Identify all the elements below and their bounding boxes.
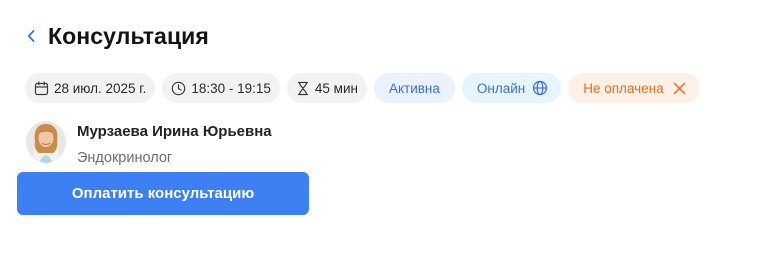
hourglass-icon [296,81,310,96]
date-label: 28 июл. 2025 г. [54,80,147,96]
status-badge: Активна [373,73,455,103]
duration-chip: 45 мин [286,73,367,103]
status-label: Активна [388,80,440,96]
payment-status-label: Не оплачена [583,80,664,96]
globe-icon [532,80,548,96]
clock-icon [171,81,186,96]
payment-status-badge: Не оплачена [568,73,700,103]
doctor-card: Мурзаева Ирина Юрьевна Эндокринолог [26,121,272,167]
back-button[interactable] [22,20,40,52]
duration-label: 45 мин [314,80,358,96]
consultation-page: Консультация 28 июл. 2025 г. 18:30 - 19:… [0,0,768,268]
doctor-avatar [26,121,66,163]
pay-consultation-button[interactable]: Оплатить консультацию [17,172,309,215]
page-header: Консультация [22,20,209,52]
time-chip: 18:30 - 19:15 [162,73,280,103]
consultation-details: 28 июл. 2025 г. 18:30 - 19:15 45 мин Акт… [25,73,700,103]
date-chip: 28 июл. 2025 г. [25,73,156,103]
doctor-info: Мурзаева Ирина Юрьевна Эндокринолог [77,121,272,167]
time-label: 18:30 - 19:15 [191,80,271,96]
format-badge: Онлайн [461,73,562,103]
calendar-icon [34,80,49,96]
format-label: Онлайн [476,80,526,96]
doctor-name: Мурзаева Ирина Юрьевна [77,123,272,140]
page-title: Консультация [48,22,209,49]
chevron-left-icon [26,28,36,44]
doctor-specialty: Эндокринолог [77,150,173,166]
close-icon[interactable] [673,82,686,95]
